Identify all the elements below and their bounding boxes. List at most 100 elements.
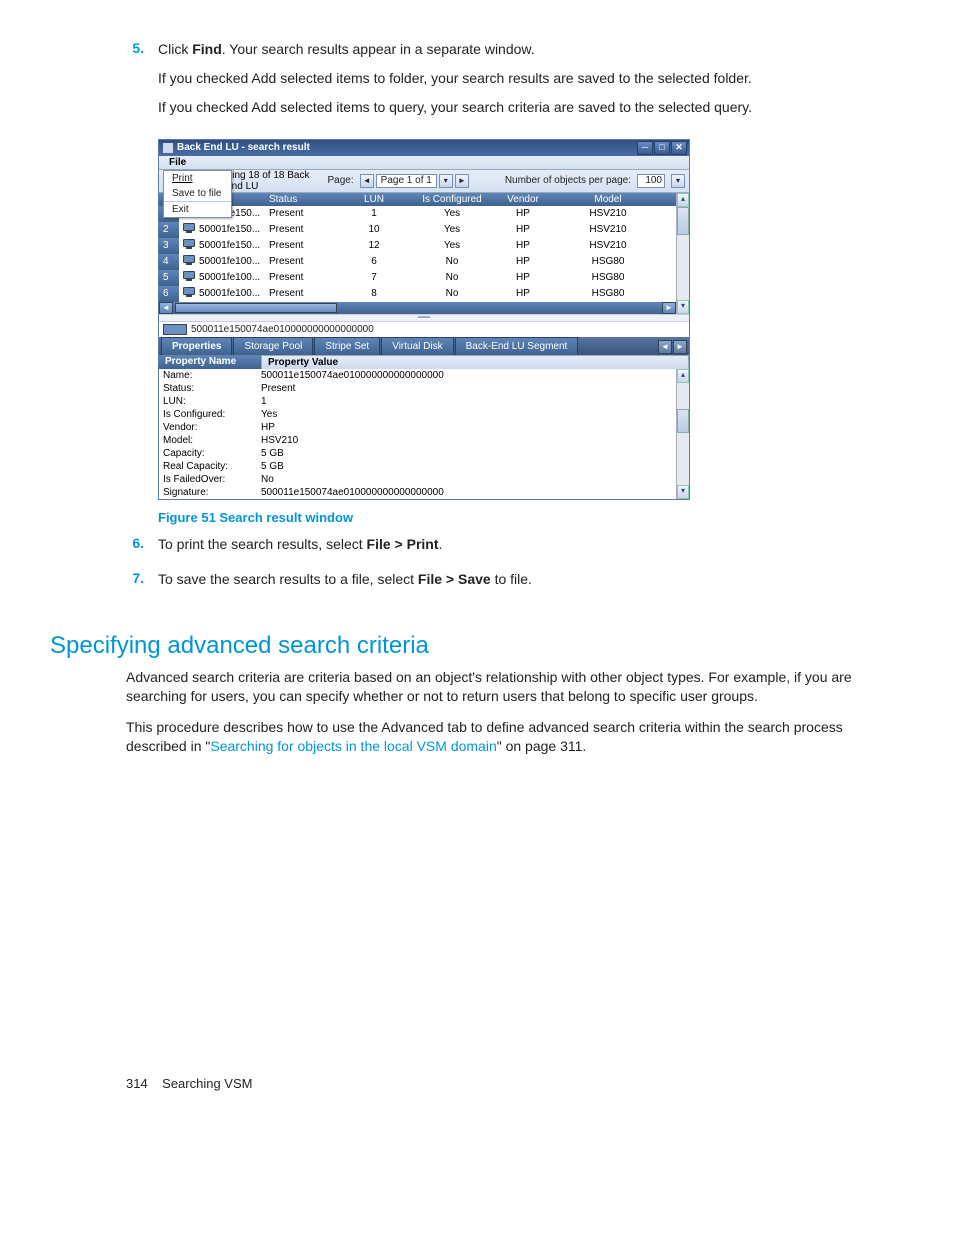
table-row[interactable]: 450001fe100...Present6NoHPHSG80: [159, 254, 676, 270]
property-value: 500011e150074ae010000000000000000: [253, 487, 676, 498]
cell-model: HSV210: [553, 223, 663, 236]
menu-item-save[interactable]: Save to file: [164, 186, 231, 201]
maximize-button[interactable]: □: [654, 141, 670, 155]
step5-line1: Click Find. Your search results appear i…: [158, 40, 900, 59]
table-row[interactable]: 350001fe150...Present12YesHPHSV210: [159, 238, 676, 254]
cell-status: Present: [265, 207, 337, 220]
th-model[interactable]: Model: [553, 193, 663, 206]
window-titlebar[interactable]: Back End LU - search result ─ □ ✕: [159, 140, 689, 156]
tab-virtual-disk[interactable]: Virtual Disk: [381, 337, 453, 355]
page-next-button[interactable]: ►: [455, 174, 469, 188]
property-row: Is Configured:Yes: [159, 408, 676, 421]
tab-storage-pool[interactable]: Storage Pool: [233, 337, 313, 355]
cell-name: 50001fe100...: [195, 271, 265, 284]
th-vendor[interactable]: Vendor: [493, 193, 553, 206]
tab-back-end-lu-segment[interactable]: Back-End LU Segment: [455, 337, 579, 355]
cell-name: 50001fe100...: [195, 287, 265, 300]
page-prev-button[interactable]: ◄: [360, 174, 374, 188]
property-key: Is FailedOver:: [159, 474, 253, 485]
figure-caption: Figure 51 Search result window: [158, 510, 900, 525]
window-title: Back End LU - search result: [177, 142, 637, 153]
search-result-window: Back End LU - search result ─ □ ✕ File P…: [158, 139, 690, 500]
th-lun[interactable]: LUN: [337, 193, 411, 206]
vscroll-thumb[interactable]: [677, 409, 689, 433]
detail-id-label: 500011e150074ae010000000000000000: [191, 324, 374, 335]
cell-lun: 6: [337, 255, 411, 268]
cell-model: HSV210: [553, 239, 663, 252]
table-body: 150001fe150...Present1YesHPHSV210250001f…: [159, 206, 676, 302]
cell-name: 50001fe150...: [195, 223, 265, 236]
vscroll-up-icon[interactable]: ▴: [677, 369, 689, 383]
cell-vendor: HP: [493, 271, 553, 284]
properties-header-row: Property Name Property Value: [159, 355, 689, 369]
menu-item-exit[interactable]: Exit: [164, 201, 231, 217]
disk-icon: [183, 255, 195, 265]
minimize-button[interactable]: ─: [637, 141, 653, 155]
cell-configured: Yes: [411, 239, 493, 252]
cell-name: 50001fe150...: [195, 239, 265, 252]
cell-status: Present: [265, 287, 337, 300]
step7-text: To save the search results to a file, se…: [158, 570, 900, 589]
property-value: 500011e150074ae010000000000000000: [253, 370, 676, 381]
cell-status: Present: [265, 239, 337, 252]
table-row[interactable]: 250001fe150...Present10YesHPHSV210: [159, 222, 676, 238]
close-button[interactable]: ✕: [671, 141, 687, 155]
tab-scroll-left-button[interactable]: ◄: [658, 340, 672, 354]
page-dropdown-button[interactable]: ▾: [439, 174, 453, 188]
property-row: Status:Present: [159, 382, 676, 395]
hscroll-left-icon[interactable]: ◄: [159, 302, 173, 314]
property-key: Is Configured:: [159, 409, 253, 420]
property-value: HP: [253, 422, 676, 433]
property-value: 1: [253, 396, 676, 407]
table-row[interactable]: 650001fe100...Present8NoHPHSG80: [159, 286, 676, 302]
cell-vendor: HP: [493, 223, 553, 236]
property-row: LUN:1: [159, 395, 676, 408]
tab-scroll-right-button[interactable]: ►: [673, 340, 687, 354]
menu-item-print[interactable]: Print: [164, 171, 231, 186]
tab-properties[interactable]: Properties: [161, 337, 232, 355]
step6-text: To print the search results, select File…: [158, 535, 900, 554]
cell-configured: No: [411, 287, 493, 300]
menu-file[interactable]: File: [163, 156, 192, 169]
vertical-scrollbar[interactable]: ▴ ▾: [676, 193, 689, 314]
th-property-value[interactable]: Property Value: [261, 355, 689, 369]
per-page-dropdown-button[interactable]: ▾: [671, 174, 685, 188]
property-key: Signature:: [159, 487, 253, 498]
property-row: Vendor:HP: [159, 421, 676, 434]
property-row: Model:HSV210: [159, 434, 676, 447]
per-page-input[interactable]: 100: [637, 174, 665, 188]
cell-configured: No: [411, 255, 493, 268]
th-status[interactable]: Status: [265, 193, 337, 206]
property-row: Signature:500011e150074ae010000000000000…: [159, 486, 676, 499]
step5-line2: If you checked Add selected items to fol…: [158, 69, 900, 88]
step5-line3: If you checked Add selected items to que…: [158, 98, 900, 117]
horizontal-scrollbar[interactable]: ◄ ►: [159, 302, 676, 314]
property-key: Model:: [159, 435, 253, 446]
vscroll-down-icon[interactable]: ▾: [677, 485, 689, 499]
menubar: File: [159, 156, 689, 170]
vscroll-down-icon[interactable]: ▾: [677, 300, 689, 314]
file-menu-popup: Print Save to file Exit: [163, 170, 232, 218]
vscroll-up-icon[interactable]: ▴: [677, 193, 689, 207]
paragraph-1: Advanced search criteria are criteria ba…: [50, 668, 900, 706]
disk-icon: [183, 223, 195, 233]
hscroll-right-icon[interactable]: ►: [662, 302, 676, 314]
tab-stripe-set[interactable]: Stripe Set: [314, 337, 380, 355]
property-value: Present: [253, 383, 676, 394]
vscroll-thumb[interactable]: [677, 207, 689, 235]
properties-vertical-scrollbar[interactable]: ▴ ▾: [676, 369, 689, 499]
cell-vendor: HP: [493, 287, 553, 300]
page-indicator: Page 1 of 1: [376, 174, 437, 188]
footer-section-title: Searching VSM: [162, 1076, 252, 1091]
detail-icon: [163, 324, 187, 335]
table-row[interactable]: 150001fe150...Present1YesHPHSV210: [159, 206, 676, 222]
hscroll-thumb[interactable]: [175, 303, 337, 313]
cross-reference-link[interactable]: Searching for objects in the local VSM d…: [210, 738, 496, 754]
table-row[interactable]: 550001fe100...Present7NoHPHSG80: [159, 270, 676, 286]
th-configured[interactable]: Is Configured: [411, 193, 493, 206]
disk-icon: [183, 239, 195, 249]
splitter-handle[interactable]: ▬▬: [159, 314, 689, 322]
property-row: Name:500011e150074ae010000000000000000: [159, 369, 676, 382]
th-property-name[interactable]: Property Name: [159, 355, 261, 369]
cell-name: 50001fe100...: [195, 255, 265, 268]
